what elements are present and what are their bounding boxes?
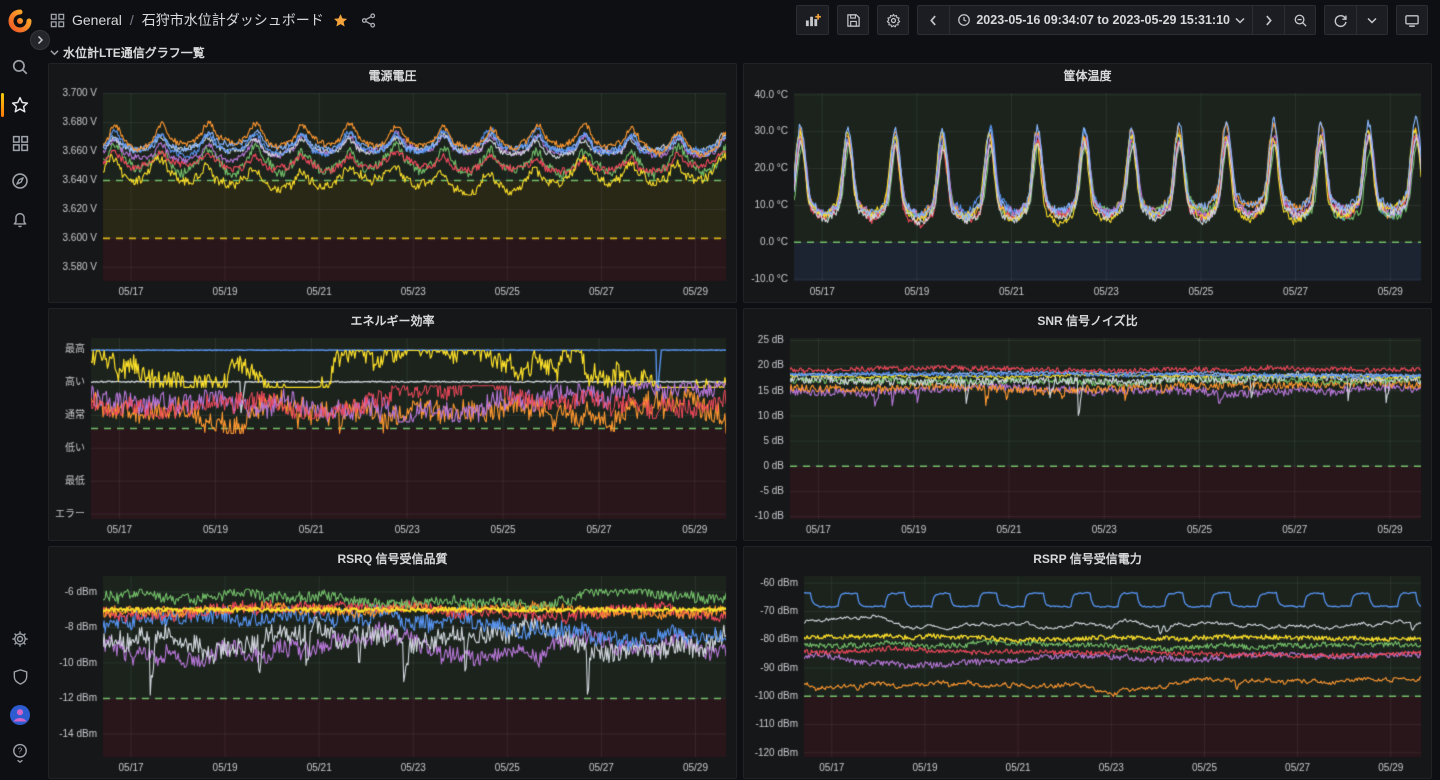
panel-title[interactable]: 電源電圧 [49, 64, 736, 86]
page-title[interactable]: 石狩市水位計ダッシュボード [142, 10, 324, 30]
chart-canvas-snr[interactable] [746, 331, 1427, 538]
time-range-forward-button[interactable] [1252, 5, 1284, 35]
time-range-label: 2023-05-16 09:34:07 to 2023-05-29 15:31:… [976, 13, 1230, 27]
chart-canvas-rsrp[interactable] [746, 569, 1427, 776]
sidebar-item-dashboards[interactable] [0, 126, 40, 160]
dashboard-body: 水位計LTE通信グラフ一覧 電源電圧 筐体温度 エネルギー効率 SNR 信号ノイ… [40, 40, 1440, 780]
panel-rsrq: RSRQ 信号受信品質 [48, 546, 737, 779]
panel-title[interactable]: エネルギー効率 [49, 309, 736, 331]
row-title: 水位計LTE通信グラフ一覧 [63, 44, 205, 61]
chart-canvas-rsrq[interactable] [51, 569, 732, 776]
refresh-interval-dropdown[interactable] [1356, 5, 1388, 35]
chevron-down-icon [1235, 17, 1245, 24]
panel-snr: SNR 信号ノイズ比 [743, 308, 1432, 541]
grafana-app: ? General / 石狩市水位計ダッシュボード [0, 0, 1440, 780]
time-picker-group: 2023-05-16 09:34:07 to 2023-05-29 15:31:… [917, 5, 1316, 35]
chart-canvas-power-voltage[interactable] [51, 86, 732, 300]
breadcrumb: General / 石狩市水位計ダッシュボード [50, 10, 376, 30]
time-range-back-button[interactable] [917, 5, 949, 35]
breadcrumb-section[interactable]: General [72, 12, 122, 28]
panel-title[interactable]: RSRP 信号受信電力 [744, 547, 1431, 569]
row-collapse-chevron-icon [50, 48, 59, 57]
row-header[interactable]: 水位計LTE通信グラフ一覧 [48, 42, 1432, 63]
panel-title[interactable]: SNR 信号ノイズ比 [744, 309, 1431, 331]
sidebar-item-explore[interactable] [0, 164, 40, 198]
panel-energy-efficiency: エネルギー効率 [48, 308, 737, 541]
server-admin-shield-icon[interactable] [0, 660, 40, 694]
dashboard-settings-button[interactable] [877, 5, 909, 35]
zoom-out-button[interactable] [1284, 5, 1316, 35]
sidebar-item-starred[interactable] [0, 88, 40, 122]
configuration-gear-icon[interactable] [0, 622, 40, 656]
panel-rsrp: RSRP 信号受信電力 [743, 546, 1432, 779]
refresh-button[interactable] [1324, 5, 1356, 35]
panel-enclosure-temperature: 筐体温度 [743, 63, 1432, 303]
clock-icon [957, 13, 971, 27]
search-icon[interactable] [0, 50, 40, 84]
breadcrumb-separator: / [129, 12, 135, 28]
favorite-star-icon[interactable] [333, 13, 348, 28]
user-avatar[interactable] [0, 698, 40, 732]
dashboard-topbar: General / 石狩市水位計ダッシュボード [40, 0, 1440, 40]
panel-grid: 電源電圧 筐体温度 エネルギー効率 SNR 信号ノイズ比 RSRQ 信号受信品質 [48, 63, 1432, 779]
toolbar-right: 2023-05-16 09:34:07 to 2023-05-29 15:31:… [796, 5, 1428, 35]
help-icon[interactable]: ? [0, 736, 40, 770]
save-dashboard-button[interactable] [837, 5, 869, 35]
svg-text:?: ? [18, 746, 23, 756]
time-range-picker-button[interactable]: 2023-05-16 09:34:07 to 2023-05-29 15:31:… [949, 5, 1252, 35]
refresh-group [1324, 5, 1388, 35]
chart-canvas-energy-efficiency[interactable] [51, 331, 732, 538]
panel-title[interactable]: RSRQ 信号受信品質 [49, 547, 736, 569]
panel-power-voltage: 電源電圧 [48, 63, 737, 303]
panel-title[interactable]: 筐体温度 [744, 64, 1431, 86]
chart-canvas-enclosure-temperature[interactable] [746, 86, 1427, 300]
grafana-logo-icon[interactable] [7, 8, 33, 34]
sidebar-expand-button[interactable] [30, 30, 50, 50]
sidebar-item-alerting[interactable] [0, 202, 40, 236]
panel-add-button[interactable] [796, 5, 829, 35]
cycle-view-tv-button[interactable] [1396, 5, 1428, 35]
main-area: General / 石狩市水位計ダッシュボード [40, 0, 1440, 780]
dashboard-grid-icon [50, 13, 65, 28]
share-icon[interactable] [361, 13, 376, 28]
sidebar: ? [0, 0, 40, 780]
